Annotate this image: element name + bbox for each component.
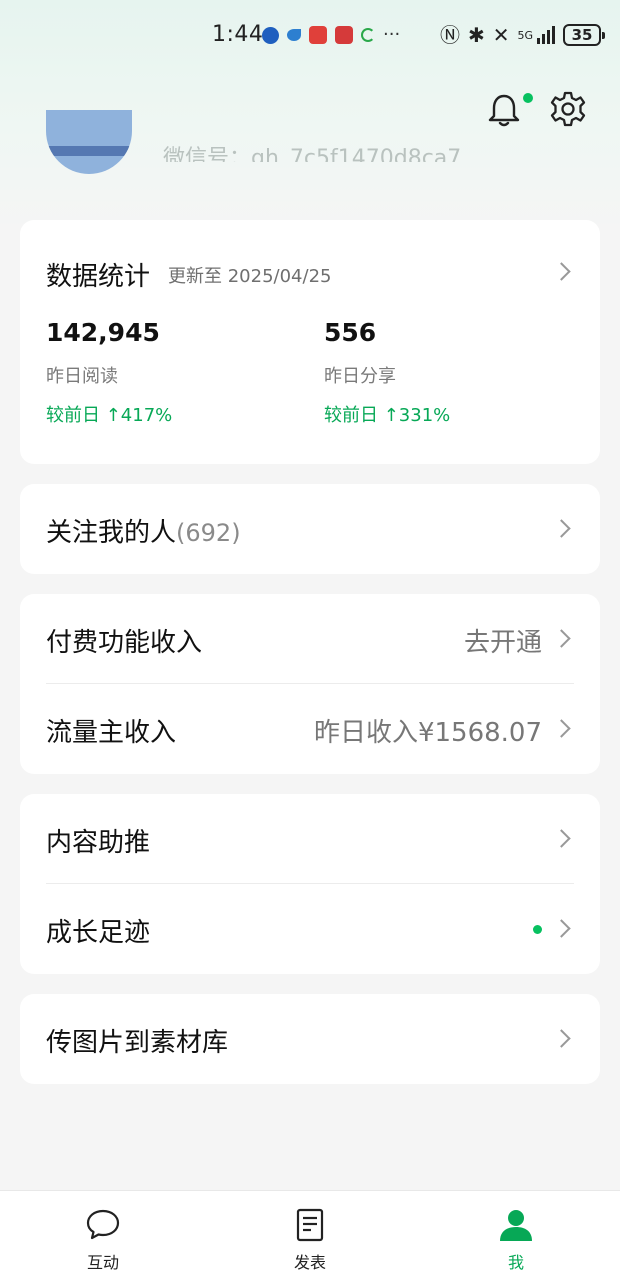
tab-interaction-label: 互动 bbox=[86, 1253, 119, 1272]
bottom-nav: 互动 发表 我 bbox=[0, 1190, 620, 1280]
followers-label: 关注我的人(692) bbox=[46, 518, 241, 548]
document-icon bbox=[296, 1208, 324, 1242]
signal-icon bbox=[537, 26, 556, 44]
income-card: 付费功能收入 去开通 流量主收入 昨日收入¥1568.07 bbox=[20, 594, 600, 774]
content-promote-row[interactable]: 内容助推 bbox=[20, 794, 600, 884]
status-time: 1:44 bbox=[212, 22, 264, 47]
bell-icon[interactable] bbox=[486, 92, 522, 128]
activate-link[interactable]: 去开通 bbox=[464, 622, 542, 659]
chevron-right-icon bbox=[552, 829, 571, 848]
growth-footprint-label: 成长足迹 bbox=[46, 918, 151, 948]
new-badge-dot bbox=[533, 925, 542, 934]
gear-icon[interactable] bbox=[549, 90, 587, 128]
app-notification-icon bbox=[262, 26, 279, 44]
chevron-right-icon bbox=[552, 719, 571, 738]
app-notification-icon bbox=[287, 29, 301, 41]
tools-card: 内容助推 成长足迹 bbox=[20, 794, 600, 974]
growth-footprint-row[interactable]: 成长足迹 bbox=[20, 884, 600, 974]
network-type: 5G bbox=[517, 28, 534, 42]
tab-interaction[interactable]: 互动 bbox=[43, 1191, 163, 1280]
chevron-right-icon bbox=[552, 519, 571, 538]
status-bar: 1:44 ··· Ⓝ ✱ ✕ 5G 35 bbox=[0, 0, 620, 72]
yesterday-reads-value: 142,945 bbox=[46, 318, 160, 347]
notification-badge bbox=[523, 93, 533, 103]
tab-publish-label: 发表 bbox=[293, 1253, 326, 1272]
ad-income-label: 流量主收入 bbox=[46, 718, 177, 748]
paid-feature-income-row[interactable]: 付费功能收入 去开通 bbox=[20, 594, 600, 684]
yesterday-shares-change: 较前日 ↑331% bbox=[324, 405, 451, 426]
chat-bubble-icon bbox=[86, 1209, 120, 1240]
loading-icon bbox=[361, 28, 375, 42]
system-icons: Ⓝ ✱ ✕ 5G 35 bbox=[440, 23, 606, 47]
yesterday-reads-label: 昨日阅读 bbox=[46, 366, 118, 387]
notification-icons: ··· bbox=[262, 26, 400, 44]
content-promote-label: 内容助推 bbox=[46, 828, 151, 858]
tab-me[interactable]: 我 bbox=[456, 1191, 576, 1280]
chevron-right-icon bbox=[552, 629, 571, 648]
followers-count: (692) bbox=[176, 519, 241, 547]
yesterday-shares-label: 昨日分享 bbox=[324, 366, 396, 387]
app-notification-icon bbox=[309, 26, 327, 44]
tab-me-label: 我 bbox=[507, 1253, 524, 1272]
chevron-right-icon bbox=[552, 1029, 571, 1048]
ad-income-value: 昨日收入¥1568.07 bbox=[313, 718, 542, 748]
app-notification-icon bbox=[335, 26, 353, 44]
mute-icon: ✕ bbox=[492, 23, 510, 47]
followers-row[interactable]: 关注我的人(692) bbox=[20, 484, 600, 574]
bluetooth-icon: ✱ bbox=[468, 23, 485, 47]
upload-to-library-row[interactable]: 传图片到素材库 bbox=[20, 994, 600, 1084]
more-notifications-icon: ··· bbox=[383, 24, 401, 45]
person-icon bbox=[500, 1210, 532, 1241]
battery-icon: 35 bbox=[563, 24, 606, 46]
wechat-id: 微信号：gh_7c5f1470d8ca7 bbox=[163, 146, 462, 162]
stats-updated-date: 更新至 2025/04/25 bbox=[168, 266, 332, 287]
ad-income-row[interactable]: 流量主收入 昨日收入¥1568.07 bbox=[20, 684, 600, 774]
yesterday-reads-change: 较前日 ↑417% bbox=[46, 405, 173, 426]
tab-publish[interactable]: 发表 bbox=[250, 1191, 370, 1280]
chevron-right-icon bbox=[552, 262, 571, 281]
stats-title: 数据统计 bbox=[46, 262, 151, 292]
nfc-icon: Ⓝ bbox=[440, 23, 460, 47]
chevron-right-icon bbox=[552, 919, 571, 938]
upload-to-library-label: 传图片到素材库 bbox=[46, 1028, 229, 1058]
data-stats-card[interactable]: 数据统计 更新至 2025/04/25 142,945 昨日阅读 较前日 ↑41… bbox=[20, 220, 600, 464]
yesterday-shares-value: 556 bbox=[324, 318, 377, 347]
paid-feature-income-label: 付费功能收入 bbox=[46, 628, 203, 658]
